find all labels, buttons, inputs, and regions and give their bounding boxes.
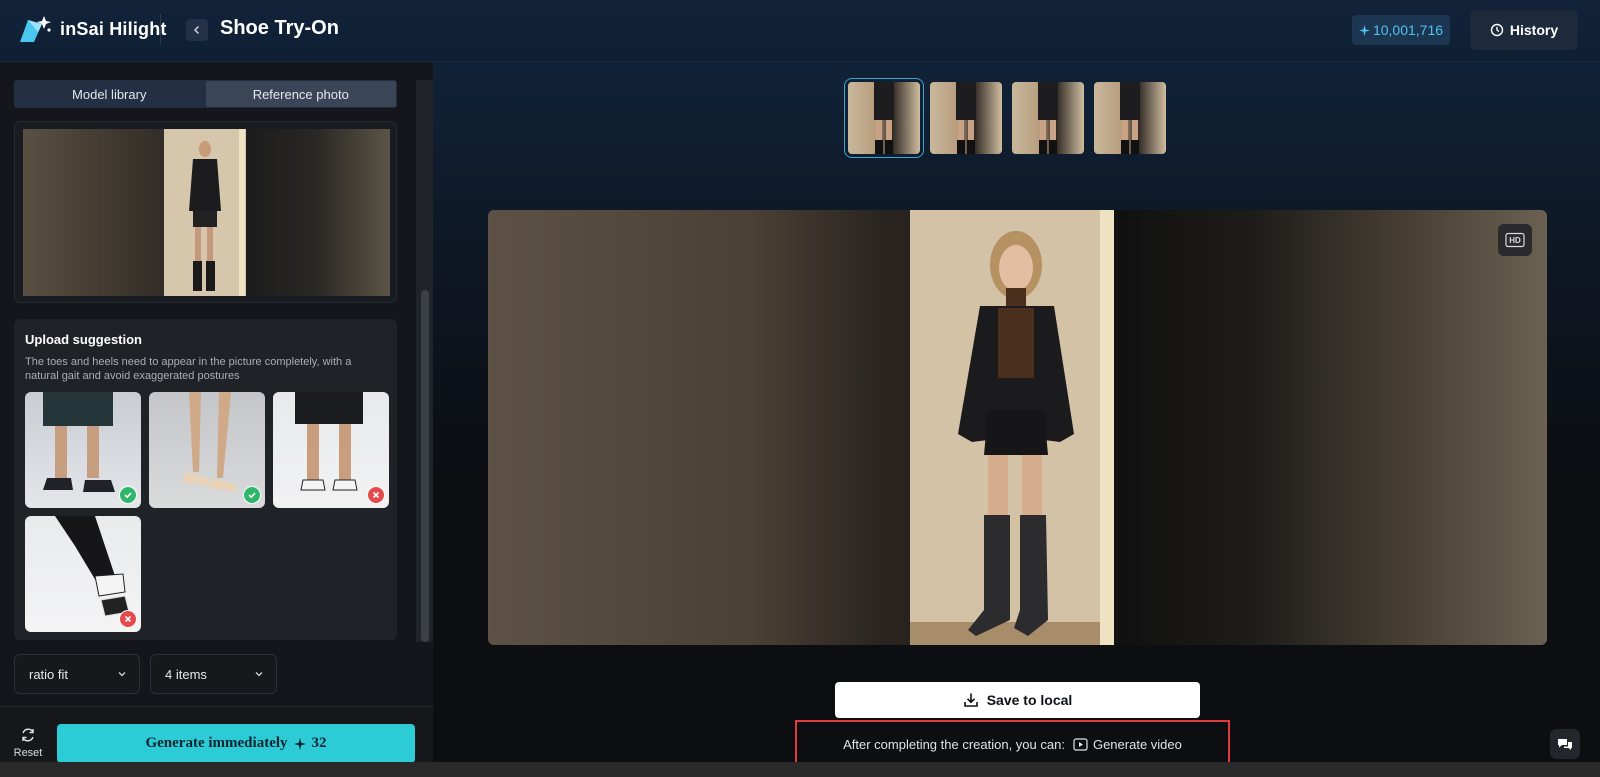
scrollbar-thumb[interactable] xyxy=(421,290,429,642)
tab-model-library[interactable]: Model library xyxy=(14,80,205,108)
brand-name: inSai Hilight xyxy=(60,18,167,39)
upload-suggestion-card: Upload suggestion The toes and heels nee… xyxy=(14,319,397,640)
history-icon xyxy=(1490,23,1504,37)
example-image-2 xyxy=(149,392,265,508)
header-divider xyxy=(160,14,161,44)
top-header: inSai Hilight Shoe Try-On 10,001,716 His… xyxy=(0,0,1600,62)
result-thumbnail-3[interactable] xyxy=(1012,82,1084,154)
count-select-value: 4 items xyxy=(165,666,207,682)
window-bottom-strip xyxy=(0,762,1600,777)
hd-button[interactable]: HD xyxy=(1498,224,1532,256)
example-image-3 xyxy=(273,392,389,508)
after-creation-text: After completing the creation, you can: xyxy=(843,736,1065,752)
chat-icon xyxy=(1558,739,1572,750)
after-creation-box: After completing the creation, you can: … xyxy=(795,720,1230,768)
ratio-select-value: ratio fit xyxy=(29,666,69,682)
brand-logo[interactable]: inSai Hilight xyxy=(18,14,167,44)
result-thumbnail-1[interactable] xyxy=(844,78,924,158)
credits-value: 10,001,716 xyxy=(1372,22,1444,38)
result-thumbnail-4[interactable] xyxy=(1094,82,1166,154)
ratio-select[interactable]: ratio fit xyxy=(14,654,140,694)
check-icon xyxy=(243,486,261,504)
tab-reference-photo[interactable]: Reference photo xyxy=(205,81,396,107)
result-thumbnail-2[interactable] xyxy=(930,82,1002,154)
refresh-icon xyxy=(22,728,34,742)
video-icon xyxy=(1073,737,1088,751)
generate-video-label: Generate video xyxy=(1092,736,1182,752)
page-title: Shoe Try-On xyxy=(220,17,339,39)
sparkle-icon xyxy=(293,737,306,750)
example-image-1 xyxy=(25,392,141,508)
hd-label: HD xyxy=(1509,235,1521,245)
generate-video-link[interactable]: Generate video xyxy=(1073,737,1182,752)
generate-button[interactable]: Generate immediately 32 xyxy=(57,724,415,763)
chevron-down-icon xyxy=(118,672,126,677)
reset-button[interactable]: Reset xyxy=(13,726,43,759)
history-label: History xyxy=(1509,22,1559,38)
upload-suggestion-description: The toes and heels need to appear in the… xyxy=(25,356,352,382)
chevron-left-icon xyxy=(194,26,199,34)
save-to-local-button[interactable]: Save to local xyxy=(835,682,1200,718)
reference-photo-card[interactable] xyxy=(14,121,397,303)
chat-button[interactable] xyxy=(1550,729,1580,759)
result-preview-image[interactable] xyxy=(488,210,1547,645)
reset-label: Reset xyxy=(13,747,43,759)
generate-cost: 32 xyxy=(311,735,327,751)
check-icon xyxy=(119,486,137,504)
result-thumbnails xyxy=(844,78,1166,158)
credits-badge[interactable]: 10,001,716 xyxy=(1352,15,1450,45)
generate-label: Generate immediately xyxy=(145,735,288,751)
example-image-4 xyxy=(25,516,141,632)
count-select[interactable]: 4 items xyxy=(150,654,277,694)
source-tabs: Model library Reference photo xyxy=(14,80,397,108)
upload-suggestion-title: Upload suggestion xyxy=(25,332,142,347)
reference-photo xyxy=(23,129,390,296)
history-button[interactable]: History xyxy=(1470,10,1578,50)
back-button[interactable] xyxy=(186,19,208,41)
logo-icon xyxy=(18,14,54,44)
cross-icon xyxy=(119,610,137,628)
cross-icon xyxy=(367,486,385,504)
chevron-down-icon xyxy=(255,672,263,677)
save-label: Save to local xyxy=(986,692,1073,708)
sparkle-icon xyxy=(1358,24,1370,36)
download-icon xyxy=(963,693,978,707)
